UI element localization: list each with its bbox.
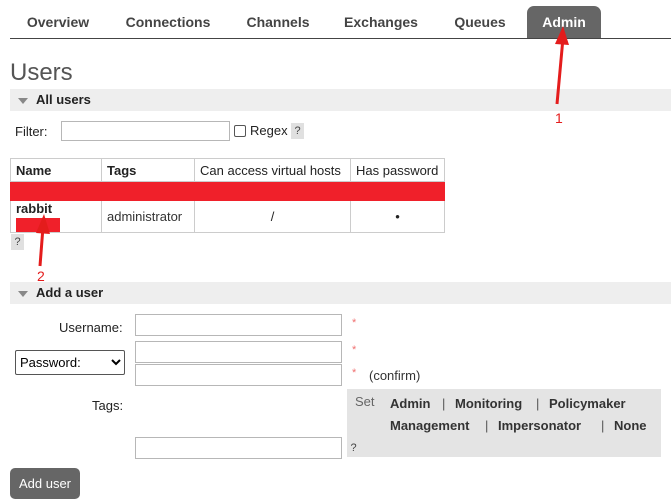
annotation-arrows	[36, 26, 569, 267]
annotation-label-1: 1	[555, 110, 563, 126]
annotation-arrow-2-head	[36, 214, 50, 234]
annotation-arrow-1-head	[555, 26, 569, 45]
annotation-label-2: 2	[37, 268, 45, 284]
annotation-arrow-1-shaft	[555, 37, 565, 105]
